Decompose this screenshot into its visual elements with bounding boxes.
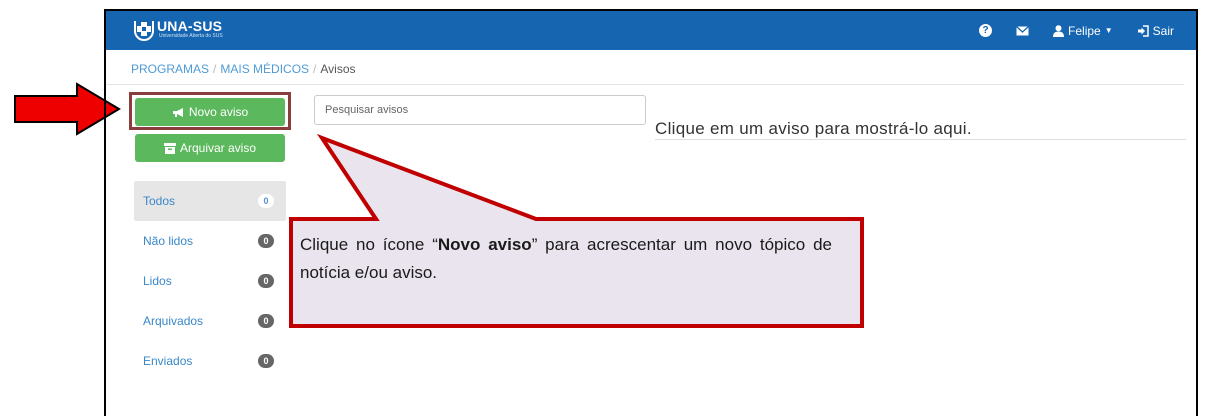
instruction-callout bbox=[289, 133, 864, 328]
callout-text-start: Clique no ícone “ bbox=[300, 235, 438, 254]
callout-text: Clique no ícone “Novo aviso” para acresc… bbox=[300, 231, 832, 287]
callout-text-bold: Novo aviso bbox=[437, 235, 532, 254]
